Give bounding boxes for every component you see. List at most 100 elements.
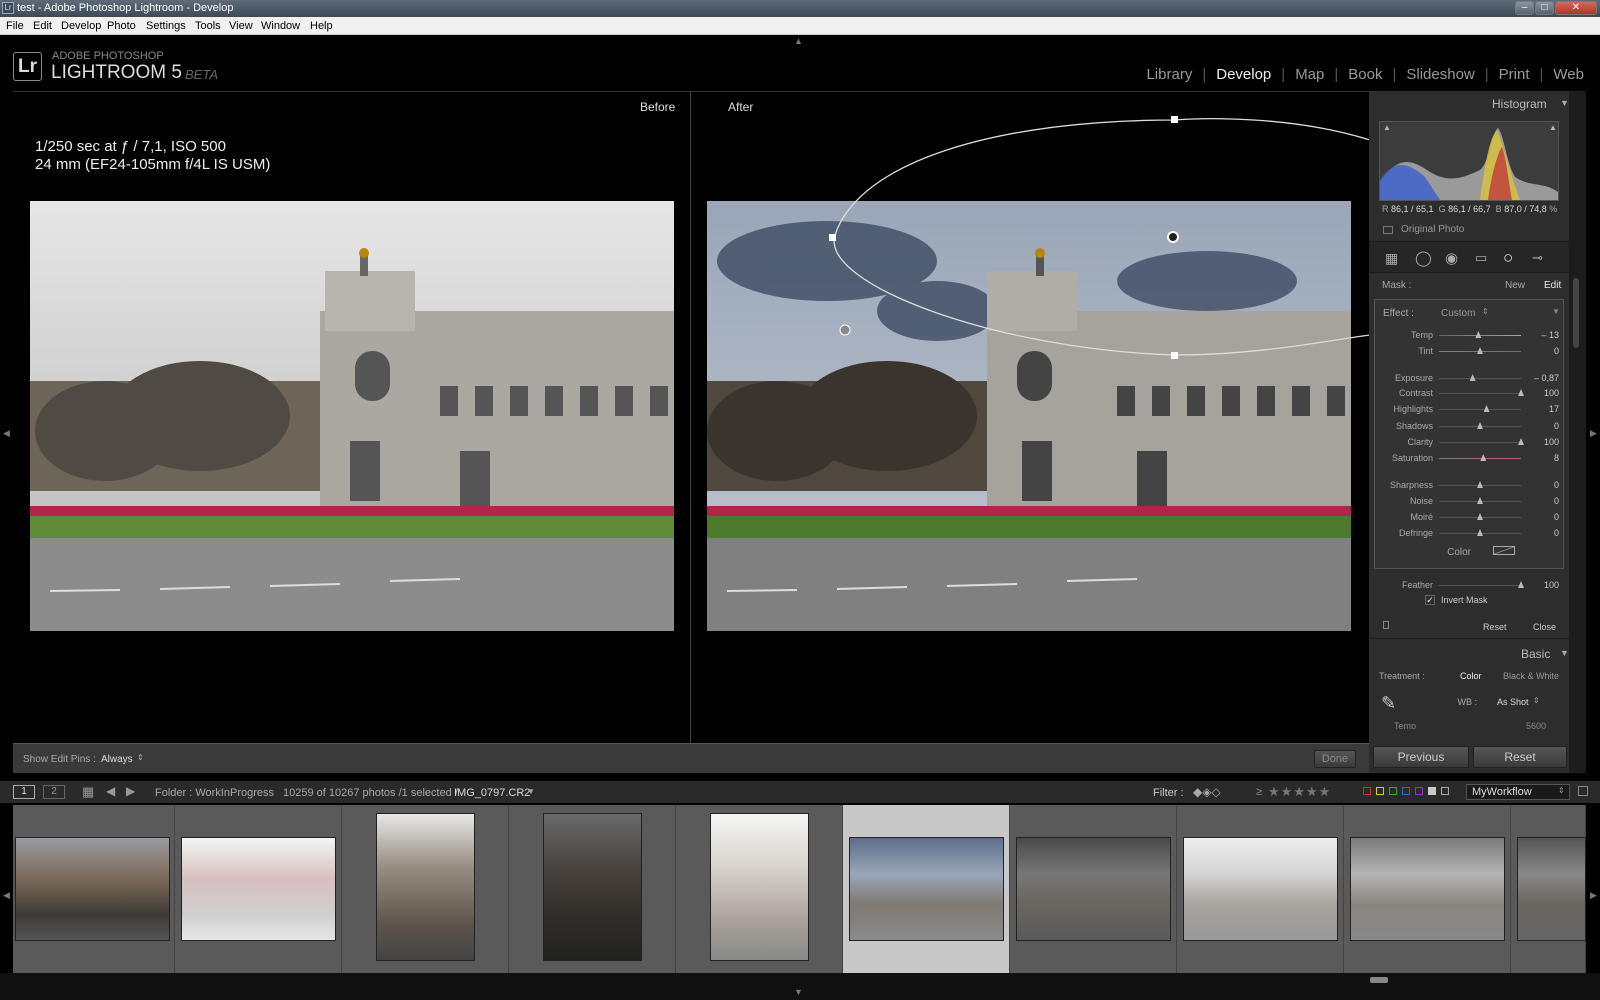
module-web[interactable]: Web <box>1543 66 1584 86</box>
window-2-button[interactable]: 2 <box>43 785 65 799</box>
mask-edit-button[interactable]: Edit <box>1544 280 1561 291</box>
treatment-color[interactable]: Color <box>1460 671 1482 681</box>
slider-value[interactable]: – 13 <box>1529 330 1559 340</box>
filmstrip-thumb-selected[interactable] <box>843 805 1010 973</box>
slider-track[interactable] <box>1439 442 1521 443</box>
slider-value[interactable]: 0 <box>1529 346 1559 356</box>
slider-value[interactable]: 0 <box>1529 480 1559 490</box>
original-photo-checkbox[interactable] <box>1383 226 1393 234</box>
module-print[interactable]: Print <box>1489 66 1540 86</box>
previous-button[interactable]: Previous <box>1373 746 1469 768</box>
yellow-label-filter[interactable] <box>1376 787 1384 795</box>
filmstrip-thumb[interactable] <box>1010 805 1177 973</box>
module-slideshow[interactable]: Slideshow <box>1396 66 1484 86</box>
reset-button[interactable]: Reset <box>1473 746 1567 768</box>
slider-track[interactable] <box>1439 378 1521 379</box>
spot-removal-icon[interactable]: ◯ <box>1415 249 1432 267</box>
red-label-filter[interactable] <box>1363 787 1371 795</box>
slider-value[interactable]: 100 <box>1529 388 1559 398</box>
slider-track[interactable] <box>1439 458 1521 459</box>
collapse-arrow-icon[interactable]: ▼ <box>1560 98 1569 108</box>
filmstrip-thumb[interactable] <box>175 805 342 973</box>
color-swatch[interactable] <box>1493 546 1515 555</box>
shadow-clip-icon[interactable]: ▲ <box>1383 123 1391 132</box>
wb-select[interactable]: As Shot <box>1497 697 1529 707</box>
back-arrow-icon[interactable]: ◀ <box>106 784 115 798</box>
filmstrip-thumb[interactable] <box>1177 805 1344 973</box>
green-label-filter[interactable] <box>1389 787 1397 795</box>
feather-track[interactable] <box>1439 585 1521 586</box>
filter-handle-top[interactable] <box>1171 116 1178 123</box>
slider-track[interactable] <box>1439 393 1521 394</box>
window-1-button[interactable]: 1 <box>13 785 35 799</box>
basic-title[interactable]: Basic <box>1521 647 1550 661</box>
red-eye-icon[interactable]: ◉ <box>1445 249 1458 267</box>
maximize-icon[interactable]: □ <box>1535 1 1554 15</box>
slider-track[interactable] <box>1439 409 1521 410</box>
slider-value[interactable]: 0 <box>1529 496 1559 506</box>
rating-operator[interactable]: ≥ <box>1256 786 1262 798</box>
slider-value[interactable]: – 0,87 <box>1529 373 1559 383</box>
highlight-clip-icon[interactable]: ▲ <box>1549 123 1557 132</box>
treatment-bw[interactable]: Black & White <box>1503 671 1559 681</box>
grid-view-icon[interactable]: ▦ <box>82 784 94 800</box>
mask-close-button[interactable]: Close <box>1533 622 1556 632</box>
mask-reset-button[interactable]: Reset <box>1483 622 1507 632</box>
star-rating-filter-icon[interactable]: ★★★★★ <box>1268 784 1331 800</box>
scrollbar-thumb[interactable] <box>1573 278 1579 348</box>
done-button[interactable]: Done <box>1314 750 1356 768</box>
edit-pin-active[interactable] <box>1167 231 1179 243</box>
radial-filter-icon[interactable]: ○ <box>1503 248 1513 268</box>
edit-pin[interactable] <box>839 324 851 336</box>
current-filename[interactable]: IMG_0797.CR2 <box>454 787 530 799</box>
toggle-switch-icon[interactable] <box>1383 621 1389 629</box>
histogram[interactable] <box>1379 121 1559 201</box>
filmstrip-thumb[interactable] <box>509 805 676 973</box>
filter-handle-bottom[interactable] <box>1171 352 1178 359</box>
histogram-title[interactable]: Histogram <box>1492 97 1547 111</box>
filter-lock-icon[interactable] <box>1578 786 1588 796</box>
custom-label-filter[interactable] <box>1428 787 1436 795</box>
expand-right-icon[interactable]: ▶ <box>1590 428 1597 439</box>
feather-value[interactable]: 100 <box>1529 580 1559 590</box>
radial-filter-overlay[interactable] <box>0 0 1370 760</box>
forward-arrow-icon[interactable]: ▶ <box>126 784 135 798</box>
flag-filter-icon[interactable]: ◆◈◇ <box>1193 785 1221 799</box>
purple-label-filter[interactable] <box>1415 787 1423 795</box>
crop-icon[interactable]: ▦ <box>1385 250 1398 267</box>
filter-preset-select[interactable]: MyWorkflow <box>1466 784 1570 800</box>
blue-label-filter[interactable] <box>1402 787 1410 795</box>
slider-value[interactable]: 0 <box>1529 512 1559 522</box>
slider-value[interactable]: 0 <box>1529 528 1559 538</box>
minimize-icon[interactable]: – <box>1515 1 1534 15</box>
slider-value[interactable]: 8 <box>1529 453 1559 463</box>
adjustment-brush-icon[interactable]: ⊸ <box>1532 250 1543 266</box>
filmstrip-thumb[interactable] <box>676 805 843 973</box>
filter-handle-left[interactable] <box>829 234 836 241</box>
mask-new-button[interactable]: New <box>1505 280 1525 291</box>
filmstrip-scroll-thumb[interactable] <box>1370 977 1388 983</box>
right-panel-scrollbar[interactable] <box>1569 91 1586 773</box>
slider-value[interactable]: 0 <box>1529 421 1559 431</box>
effect-select[interactable]: Custom <box>1441 308 1475 319</box>
filmstrip-thumb[interactable] <box>1344 805 1511 973</box>
slider-value[interactable]: 100 <box>1529 437 1559 447</box>
collapse-bottom-icon[interactable]: ▼ <box>794 987 803 997</box>
filmstrip-thumb[interactable] <box>1511 805 1586 973</box>
graduated-filter-icon[interactable]: ▭ <box>1475 250 1487 266</box>
slider-value[interactable]: 17 <box>1529 404 1559 414</box>
filmstrip-thumb[interactable] <box>13 805 175 973</box>
filmstrip-right-icon[interactable]: ▶ <box>1590 890 1597 901</box>
filmstrip-thumb[interactable] <box>342 805 509 973</box>
edit-pins-select[interactable]: Always <box>101 754 133 765</box>
effect-collapse-icon[interactable]: ▼ <box>1552 307 1560 316</box>
close-icon[interactable]: ✕ <box>1555 1 1597 15</box>
filmstrip-left-icon[interactable]: ◀ <box>3 890 10 901</box>
expand-left-icon[interactable]: ◀ <box>3 428 10 439</box>
eyedropper-icon[interactable]: ✎ <box>1381 693 1396 714</box>
unlabeled-filter[interactable] <box>1441 787 1449 795</box>
invert-mask-checkbox[interactable]: ✓ <box>1425 595 1435 605</box>
folder-source[interactable]: Folder : WorkInProgress <box>155 787 274 799</box>
filename-dropdown-icon[interactable]: ▼ <box>527 787 535 796</box>
basic-collapse-icon[interactable]: ▼ <box>1560 648 1569 658</box>
